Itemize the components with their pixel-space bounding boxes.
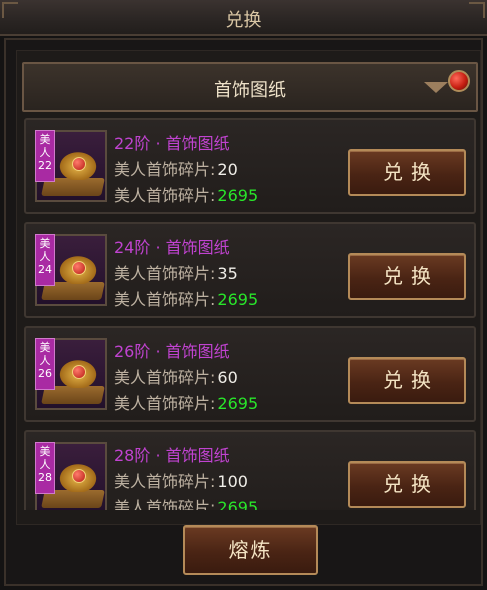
gem-icon <box>72 261 86 275</box>
gem-icon <box>72 157 86 171</box>
tag-char-top: 美 <box>39 237 51 250</box>
cost-value: 60 <box>217 368 238 387</box>
item-name: 22阶 · 首饰图纸 <box>114 134 230 153</box>
beauty-tag: 美 人 22 <box>35 130 55 182</box>
item-name: 26阶 · 首饰图纸 <box>114 342 230 361</box>
owned-line: 美人首饰碎片: 2695 <box>114 494 258 510</box>
exchange-button[interactable]: 兑换 <box>348 253 466 300</box>
gem-icon <box>72 365 86 379</box>
owned-label: 美人首饰碎片: <box>114 394 216 413</box>
gem-icon <box>72 469 86 483</box>
tag-char-mid: 人 <box>39 250 51 263</box>
tag-char-mid: 人 <box>39 146 51 159</box>
tag-tier: 28 <box>38 471 52 484</box>
owned-value: 2695 <box>217 186 259 205</box>
item-slot[interactable]: 美 人 26 <box>35 338 107 410</box>
cost-value: 100 <box>217 472 248 491</box>
owned-value: 2695 <box>217 290 259 309</box>
item-slot[interactable]: 美 人 24 <box>35 234 107 306</box>
tag-char-mid: 人 <box>39 354 51 367</box>
corner-ornament-right <box>469 2 485 18</box>
item-name: 28阶 · 首饰图纸 <box>114 446 230 465</box>
jewelry-icon <box>57 150 99 180</box>
category-selected: 首饰图纸 <box>214 80 286 101</box>
owned-line: 美人首饰碎片: 2695 <box>114 286 258 310</box>
owned-label: 美人首饰碎片: <box>114 498 216 510</box>
cost-label: 美人首饰碎片: <box>114 160 216 179</box>
category-dropdown[interactable]: 首饰图纸 <box>22 62 478 112</box>
owned-value: 2695 <box>217 498 259 510</box>
owned-label: 美人首饰碎片: <box>114 186 216 205</box>
owned-line: 美人首饰碎片: 2695 <box>114 390 258 414</box>
beauty-tag: 美 人 24 <box>35 234 55 286</box>
title-bar: 兑换 <box>0 0 487 36</box>
jewelry-icon <box>57 462 99 492</box>
tag-tier: 24 <box>38 263 52 276</box>
tag-char-top: 美 <box>39 445 51 458</box>
chevron-down-icon[interactable] <box>424 82 448 93</box>
cost-value: 35 <box>217 264 238 283</box>
exchange-button[interactable]: 兑换 <box>348 149 466 196</box>
cost-line: 美人首饰碎片: 35 <box>114 260 238 284</box>
cost-label: 美人首饰碎片: <box>114 472 216 491</box>
owned-label: 美人首饰碎片: <box>114 290 216 309</box>
item-slot[interactable]: 美 人 22 <box>35 130 107 202</box>
cost-line: 美人首饰碎片: 60 <box>114 364 238 388</box>
beauty-tag: 美 人 28 <box>35 442 55 494</box>
tag-tier: 26 <box>38 367 52 380</box>
cost-value: 20 <box>217 160 238 179</box>
smelt-button[interactable]: 熔炼 <box>183 525 318 575</box>
cost-label: 美人首饰碎片: <box>114 368 216 387</box>
cost-line: 美人首饰碎片: 100 <box>114 468 248 492</box>
window-title: 兑换 <box>225 10 262 31</box>
tag-char-mid: 人 <box>39 458 51 471</box>
exchange-button[interactable]: 兑换 <box>348 461 466 508</box>
owned-line: 美人首饰碎片: 2695 <box>114 182 258 206</box>
owned-value: 2695 <box>217 394 259 413</box>
exchange-row: 美 人 24 24阶 · 首饰图纸 美人首饰碎片: 35 美人首饰碎片: 2695 … <box>24 222 476 318</box>
cost-line: 美人首饰碎片: 20 <box>114 156 238 180</box>
item-name: 24阶 · 首饰图纸 <box>114 238 230 257</box>
tag-char-top: 美 <box>39 341 51 354</box>
exchange-list[interactable]: 美 人 22 22阶 · 首饰图纸 美人首饰碎片: 20 美人首饰碎片: 2695 … <box>24 118 476 510</box>
exchange-row: 美 人 28 28阶 · 首饰图纸 美人首饰碎片: 100 美人首饰碎片: 2695… <box>24 430 476 510</box>
tag-char-top: 美 <box>39 133 51 146</box>
jewelry-icon <box>57 254 99 284</box>
item-slot[interactable]: 美 人 28 <box>35 442 107 510</box>
jewelry-icon <box>57 358 99 388</box>
beauty-tag: 美 人 26 <box>35 338 55 390</box>
exchange-row: 美 人 22 22阶 · 首饰图纸 美人首饰碎片: 20 美人首饰碎片: 2695 … <box>24 118 476 214</box>
exchange-button[interactable]: 兑换 <box>348 357 466 404</box>
notification-dot-icon <box>448 70 470 92</box>
cost-label: 美人首饰碎片: <box>114 264 216 283</box>
tag-tier: 22 <box>38 159 52 172</box>
exchange-row: 美 人 26 26阶 · 首饰图纸 美人首饰碎片: 60 美人首饰碎片: 2695 … <box>24 326 476 422</box>
